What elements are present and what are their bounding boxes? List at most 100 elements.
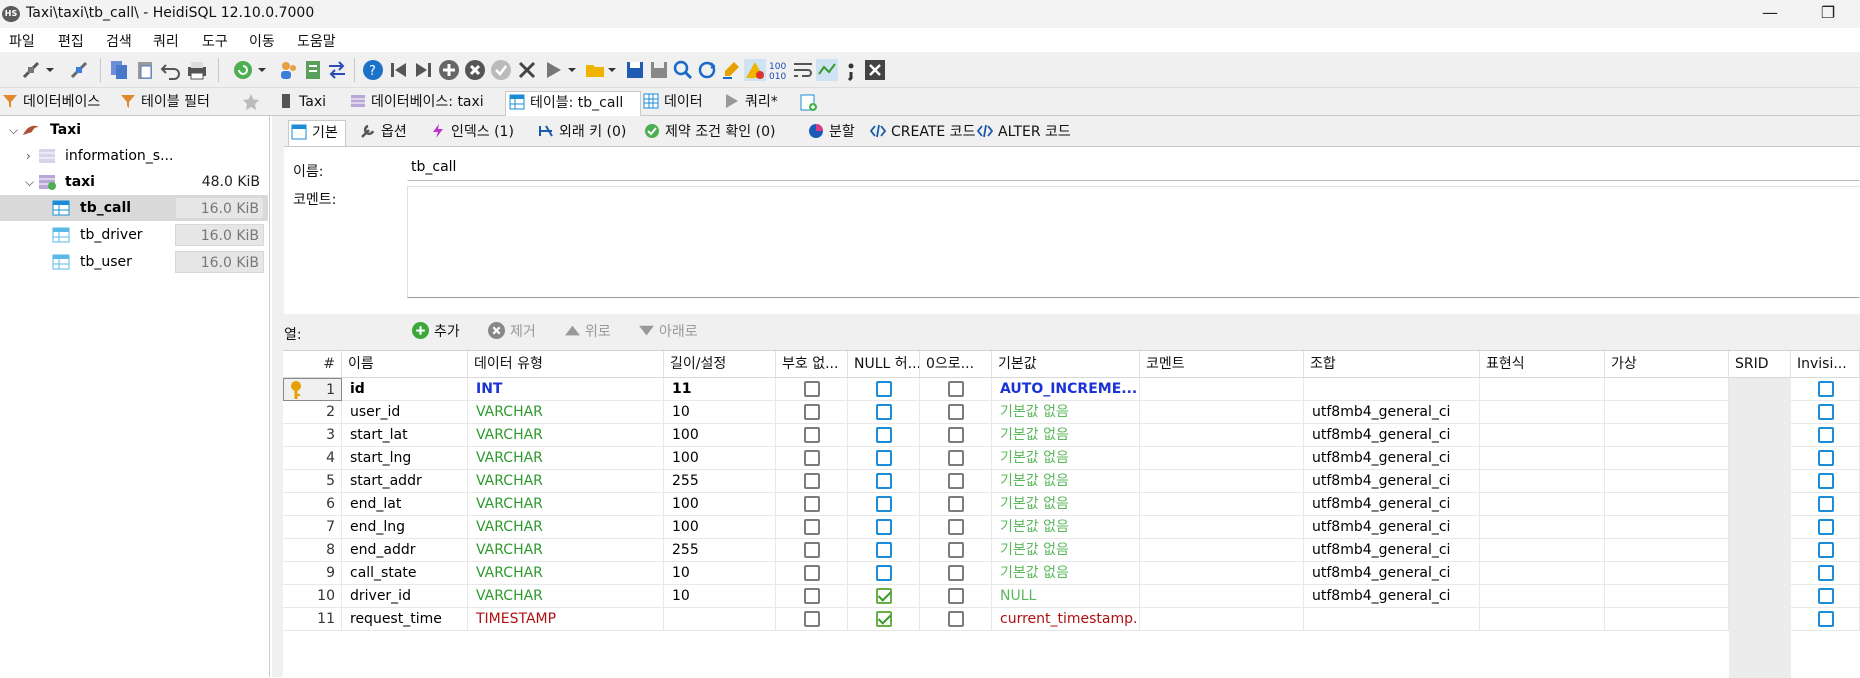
column-name[interactable]: start_lat [342, 424, 468, 447]
chevron-down-icon[interactable] [44, 59, 56, 81]
move-down-button[interactable]: 아래로 [638, 321, 698, 341]
invisible-checkbox[interactable] [1791, 562, 1860, 585]
chevron-down-icon[interactable]: ⌵ [25, 169, 34, 195]
menu-search[interactable]: 검색 [106, 31, 132, 51]
save-as-icon[interactable] [648, 59, 670, 81]
unchecked-checkbox[interactable] [1817, 611, 1834, 627]
column-length[interactable]: 100 [664, 447, 776, 470]
wrap-icon[interactable] [792, 59, 814, 81]
unchecked-checkbox[interactable] [948, 450, 964, 466]
invisible-checkbox[interactable] [1791, 447, 1860, 470]
unchecked-checkbox[interactable] [948, 565, 964, 581]
tab-foreign-keys[interactable]: 외래 키 (0) [536, 120, 640, 146]
tab-partitions[interactable]: 분할 [806, 120, 864, 146]
tab-data[interactable]: 데이터 [643, 91, 715, 115]
column-length[interactable]: 10 [664, 401, 776, 424]
column-name[interactable]: driver_id [342, 585, 468, 608]
unchecked-checkbox[interactable] [804, 496, 820, 512]
column-collation[interactable] [1304, 608, 1480, 631]
export-icon[interactable] [302, 59, 324, 81]
unchecked-checkbox[interactable] [804, 473, 820, 489]
header-srid[interactable]: SRID [1729, 351, 1791, 378]
column-default[interactable]: 기본값 없음 [992, 539, 1140, 562]
column-datatype[interactable]: TIMESTAMP [468, 608, 664, 631]
disconnect-icon[interactable] [68, 59, 90, 81]
column-collation[interactable]: utf8mb4_general_ci [1304, 516, 1480, 539]
tab-create-code[interactable]: CREATE 코드 [868, 120, 975, 146]
unchecked-checkbox[interactable] [948, 496, 964, 512]
new-query-tab-icon[interactable] [800, 94, 818, 112]
help-icon[interactable]: ? [362, 59, 384, 81]
zerofill-checkbox[interactable] [920, 447, 992, 470]
row-number[interactable]: 5 [283, 470, 342, 493]
column-virtuality[interactable] [1605, 539, 1729, 562]
header-allow-null[interactable]: NULL 허... [848, 351, 920, 378]
unchecked-checkbox[interactable] [1817, 404, 1834, 420]
row-number[interactable]: 9 [283, 562, 342, 585]
unchecked-checkbox[interactable] [876, 450, 892, 466]
unchecked-checkbox[interactable] [876, 542, 892, 558]
tab-database-tree[interactable]: 데이터베이스 [2, 91, 118, 115]
column-comment[interactable] [1140, 424, 1304, 447]
column-comment[interactable] [1140, 608, 1304, 631]
column-name[interactable]: start_lng [342, 447, 468, 470]
post-icon[interactable] [490, 59, 512, 81]
column-length[interactable]: 255 [664, 539, 776, 562]
column-name[interactable]: end_lng [342, 516, 468, 539]
column-comment[interactable] [1140, 378, 1304, 401]
tab-indexes[interactable]: 인덱스 (1) [428, 120, 534, 146]
binary-icon[interactable]: 100010 [768, 59, 790, 81]
format-icon[interactable] [816, 59, 838, 81]
column-expression[interactable] [1480, 562, 1605, 585]
checked-checkbox[interactable] [876, 588, 892, 604]
chevron-down-icon[interactable] [256, 59, 268, 81]
cancel-icon[interactable] [516, 59, 538, 81]
unchecked-checkbox[interactable] [876, 565, 892, 581]
unchecked-checkbox[interactable] [804, 381, 820, 397]
tree-item-tb-call[interactable]: tb_call 16.0 KiB [0, 195, 268, 221]
unsigned-checkbox[interactable] [776, 585, 848, 608]
replace-icon[interactable] [696, 59, 718, 81]
column-default[interactable]: 기본값 없음 [992, 493, 1140, 516]
column-collation[interactable]: utf8mb4_general_ci [1304, 585, 1480, 608]
column-comment[interactable] [1140, 585, 1304, 608]
chevron-down-icon[interactable] [566, 59, 578, 81]
column-virtuality[interactable] [1605, 562, 1729, 585]
column-length[interactable]: 255 [664, 470, 776, 493]
chevron-down-icon[interactable] [606, 59, 618, 81]
column-comment[interactable] [1140, 562, 1304, 585]
close-icon[interactable] [864, 59, 886, 81]
column-comment[interactable] [1140, 447, 1304, 470]
menu-go[interactable]: 이동 [249, 31, 275, 51]
move-up-button[interactable]: 위로 [564, 321, 611, 341]
user-manager-icon[interactable] [278, 59, 300, 81]
column-virtuality[interactable] [1605, 424, 1729, 447]
tree-root-taxi[interactable]: ⌵ Taxi [0, 117, 268, 143]
last-icon[interactable] [412, 59, 434, 81]
unchecked-checkbox[interactable] [804, 565, 820, 581]
invisible-checkbox[interactable] [1791, 585, 1860, 608]
column-datatype[interactable]: INT [468, 378, 664, 401]
invisible-checkbox[interactable] [1791, 378, 1860, 401]
header-virtuality[interactable]: 가상 [1605, 351, 1729, 378]
column-name[interactable]: call_state [342, 562, 468, 585]
run-icon[interactable] [542, 59, 564, 81]
allow-null-checkbox[interactable] [848, 516, 920, 539]
column-expression[interactable] [1480, 608, 1605, 631]
allow-null-checkbox[interactable] [848, 608, 920, 631]
header-unsigned[interactable]: 부호 없... [776, 351, 848, 378]
header-default[interactable]: 기본값 [992, 351, 1140, 378]
tab-table[interactable]: 테이블: tb_call [505, 91, 641, 117]
column-virtuality[interactable] [1605, 585, 1729, 608]
allow-null-checkbox[interactable] [848, 470, 920, 493]
column-expression[interactable] [1480, 401, 1605, 424]
row-number[interactable]: 11 [283, 608, 342, 631]
semicolon-icon[interactable] [840, 59, 862, 81]
unsigned-checkbox[interactable] [776, 516, 848, 539]
header-collation[interactable]: 조합 [1304, 351, 1480, 378]
column-default[interactable]: 기본값 없음 [992, 424, 1140, 447]
unchecked-checkbox[interactable] [804, 404, 820, 420]
column-default[interactable]: AUTO_INCREME... [992, 378, 1140, 401]
column-collation[interactable]: utf8mb4_general_ci [1304, 539, 1480, 562]
column-datatype[interactable]: VARCHAR [468, 539, 664, 562]
